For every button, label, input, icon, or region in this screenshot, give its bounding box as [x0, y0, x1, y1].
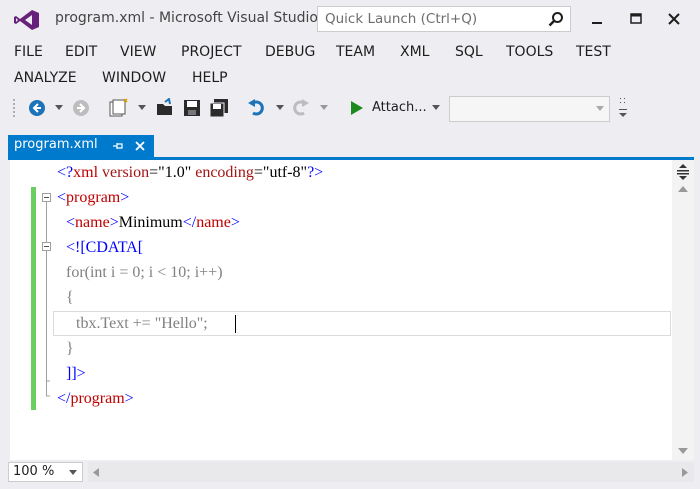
visual-studio-logo-icon: [14, 10, 39, 30]
tag-bracket: <: [57, 189, 67, 206]
zoom-level: 100 %: [13, 464, 55, 479]
quick-launch-input[interactable]: Quick Launch (Ctrl+Q): [317, 6, 571, 32]
xml-pi-close: ?>: [307, 164, 324, 181]
menu-debug[interactable]: DEBUG: [265, 42, 315, 66]
split-window-icon[interactable]: [677, 164, 689, 180]
xml-pi-open: <?: [57, 164, 74, 181]
chevron-down-icon: [596, 106, 604, 111]
xml-equals: =: [149, 164, 159, 181]
toolbar-overflow-icon[interactable]: [618, 96, 628, 120]
menu-edit[interactable]: EDIT: [65, 42, 97, 66]
menu-test[interactable]: TEST: [576, 42, 611, 66]
tag-name: name: [196, 214, 231, 231]
new-project-dropdown-icon[interactable]: [138, 105, 146, 111]
scroll-up-icon[interactable]: [678, 186, 688, 192]
new-project-icon[interactable]: [108, 98, 130, 118]
xml-equals: =: [253, 164, 263, 181]
attach-dropdown-icon[interactable]: [432, 105, 440, 111]
code-line-1: <?xml version="1.0" encoding="utf-8"?>: [57, 160, 323, 185]
code-line-9: ]]>: [66, 365, 86, 382]
pin-icon[interactable]: [112, 140, 124, 152]
redo-dropdown-icon[interactable]: [320, 105, 328, 111]
redo-icon[interactable]: [290, 98, 310, 118]
tag-bracket: <: [66, 214, 76, 231]
code-line-8: }: [66, 340, 74, 357]
outline-guide: [46, 201, 50, 397]
code-line-2: <program>: [57, 185, 129, 210]
menu-xml[interactable]: XML: [400, 42, 429, 66]
xml-pi-name: xml: [73, 164, 99, 181]
menu-help[interactable]: HELP: [192, 68, 228, 92]
navigate-forward-icon[interactable]: [72, 99, 90, 117]
menu-window[interactable]: WINDOW: [102, 68, 166, 92]
tag-bracket: >: [109, 214, 119, 231]
undo-icon[interactable]: [247, 98, 267, 118]
tag-bracket: >: [230, 214, 240, 231]
tab-label: program.xml: [14, 137, 98, 152]
change-tracking-bar: [31, 187, 36, 410]
tag-name: program: [70, 390, 125, 407]
collapse-program-icon[interactable]: [42, 193, 51, 202]
minimize-button[interactable]: [583, 8, 611, 30]
menu-project[interactable]: PROJECT: [181, 42, 242, 66]
undo-dropdown-icon[interactable]: [276, 105, 284, 111]
menu-analyze[interactable]: ANALYZE: [14, 68, 77, 92]
debug-target-combo[interactable]: [449, 96, 610, 122]
tag-bracket: </: [57, 390, 71, 407]
menu-team[interactable]: TEAM: [336, 42, 375, 66]
zoom-combo[interactable]: 100 %: [8, 462, 83, 482]
xml-version-value: "1.0": [158, 164, 192, 181]
save-icon[interactable]: [182, 98, 202, 118]
menu-view[interactable]: VIEW: [120, 42, 156, 66]
chevron-down-icon: [69, 470, 77, 475]
close-window-button[interactable]: [660, 8, 688, 30]
tag-bracket: >: [124, 390, 134, 407]
back-dropdown-arrow-icon[interactable]: [55, 105, 63, 111]
tab-program-xml[interactable]: program.xml: [8, 135, 154, 157]
start-debugging-icon[interactable]: [350, 101, 364, 115]
vertical-scrollbar[interactable]: [672, 160, 694, 460]
collapse-cdata-icon[interactable]: [42, 242, 51, 251]
attach-button-label[interactable]: Attach...: [372, 100, 427, 115]
element-text: Minimum: [118, 214, 183, 231]
code-line-3: <name>Minimum</name>: [66, 210, 240, 235]
menu-file[interactable]: FILE: [14, 42, 43, 66]
code-line-10: </program>: [57, 386, 134, 411]
tag-bracket: </: [182, 214, 197, 231]
scroll-left-icon[interactable]: [93, 468, 99, 477]
code-line-4: <![CDATA[: [66, 239, 144, 256]
open-file-icon[interactable]: [155, 98, 175, 118]
toolbar-grip-icon[interactable]: [12, 98, 18, 118]
navigate-back-icon[interactable]: [28, 99, 46, 117]
tag-bracket: >: [120, 189, 130, 206]
tag-name: program: [66, 189, 121, 206]
xml-attr-encoding: encoding: [191, 164, 254, 181]
scroll-right-icon[interactable]: [682, 468, 688, 477]
menu-sql[interactable]: SQL: [455, 42, 483, 66]
xml-encoding-value: "utf-8": [262, 164, 308, 181]
window-title: program.xml - Microsoft Visual Studio: [55, 10, 318, 26]
search-icon: [548, 12, 563, 27]
menu-tools[interactable]: TOOLS: [506, 42, 553, 66]
quick-launch-placeholder: Quick Launch (Ctrl+Q): [325, 11, 478, 27]
code-line-6: {: [66, 289, 74, 306]
close-tab-icon[interactable]: [134, 140, 146, 152]
maximize-button[interactable]: [622, 8, 650, 30]
code-line-7: tbx.Text += "Hello";: [76, 315, 208, 332]
xml-attr-version: version: [98, 164, 150, 181]
text-caret: [235, 315, 236, 333]
code-line-5: for(int i = 0; i < 10; i++): [66, 264, 223, 281]
save-all-icon[interactable]: [208, 98, 230, 118]
tag-name: name: [75, 214, 110, 231]
scroll-down-icon[interactable]: [678, 448, 688, 454]
horizontal-scrollbar[interactable]: [88, 462, 694, 482]
